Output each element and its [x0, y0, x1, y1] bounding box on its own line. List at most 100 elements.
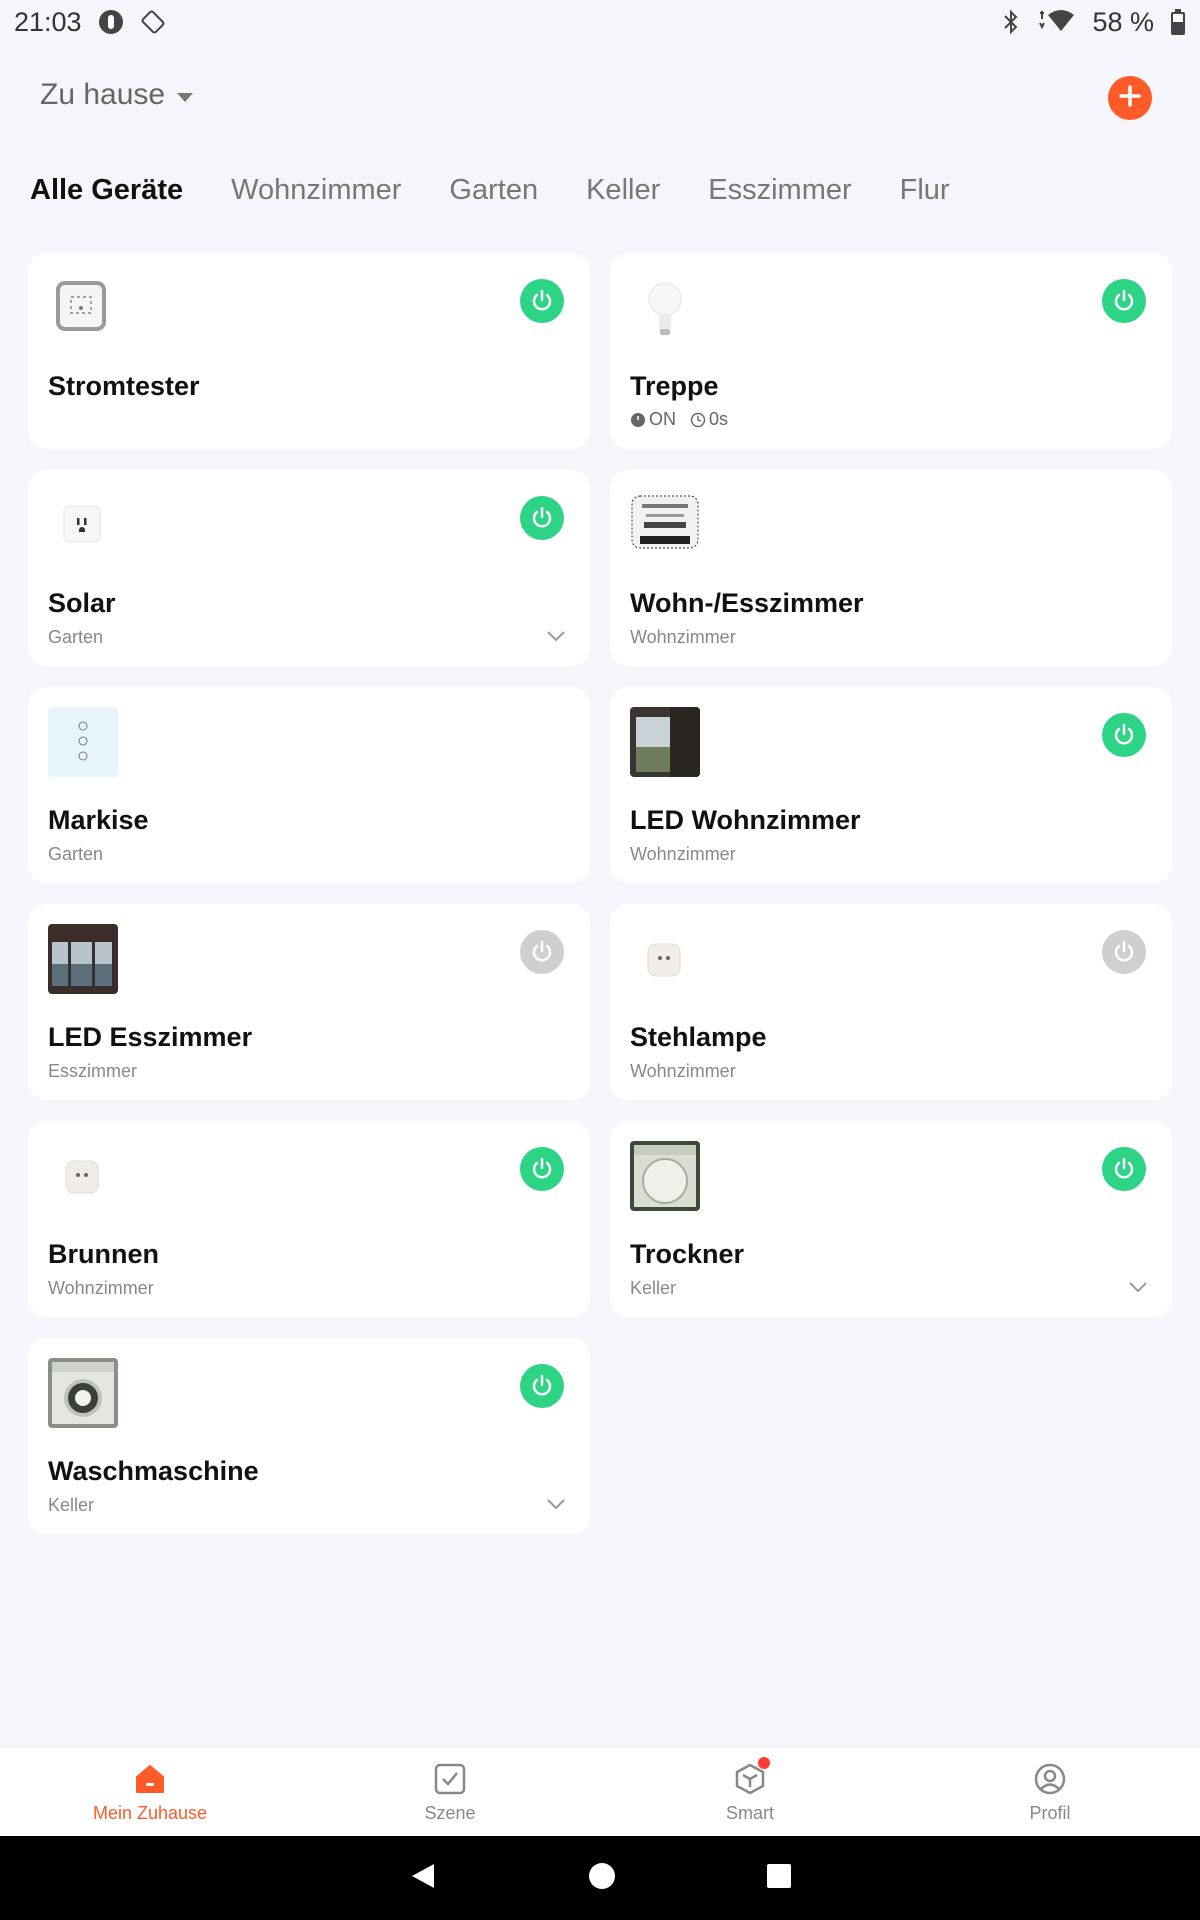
device-card-led-esszimmer[interactable]: LED Esszimmer Esszimmer: [28, 904, 590, 1100]
relay-module-icon: [630, 490, 700, 560]
chevron-down-icon[interactable]: [546, 1494, 566, 1514]
nav-mein-zuhause[interactable]: Mein Zuhause: [0, 1761, 300, 1824]
notification-badge: [758, 1756, 770, 1769]
nav-szene[interactable]: Szene: [300, 1761, 600, 1824]
power-toggle-button[interactable]: [520, 1364, 564, 1408]
scene-check-icon: [432, 1761, 468, 1797]
add-device-button[interactable]: [1108, 76, 1152, 120]
device-card-solar[interactable]: Solar Garten: [28, 470, 590, 666]
device-room: Garten: [48, 627, 104, 647]
nav-profil[interactable]: Profil: [900, 1761, 1200, 1824]
home-selector[interactable]: Zu hause: [40, 78, 195, 112]
power-toggle-button[interactable]: [1102, 279, 1146, 323]
tab-alle-geraete[interactable]: Alle Geräte: [30, 174, 183, 207]
window-photo-icon: [630, 707, 700, 777]
clock: 21:03: [14, 6, 82, 37]
chevron-down-icon[interactable]: [546, 626, 566, 646]
power-toggle-button[interactable]: [1102, 713, 1146, 757]
smart-cube-icon: [732, 1756, 770, 1797]
device-room: Garten: [48, 844, 104, 864]
device-room: Esszimmer: [48, 1061, 137, 1081]
device-status: ON 0s: [630, 409, 728, 430]
power-icon: [1114, 723, 1134, 745]
device-name: Wohn-/Esszimmer: [630, 588, 864, 618]
power-icon: [1114, 940, 1134, 962]
room-tabs: Alle Geräte Wohnzimmer Garten Keller Ess…: [30, 174, 950, 207]
tab-flur[interactable]: Flur: [900, 174, 950, 207]
device-card-trockner[interactable]: Trockner Keller: [610, 1121, 1172, 1317]
device-name: Solar: [48, 588, 116, 618]
power-toggle-button[interactable]: [520, 930, 564, 974]
device-name: LED Wohnzimmer: [630, 805, 861, 835]
chevron-down-icon[interactable]: [1128, 1277, 1148, 1297]
device-card-waschmaschine[interactable]: Waschmaschine Keller: [28, 1338, 590, 1534]
power-icon: [532, 1157, 552, 1179]
nav-smart[interactable]: Smart: [600, 1756, 900, 1824]
power-icon: [532, 1374, 552, 1396]
device-name: Treppe: [630, 371, 719, 401]
outlet-icon: [48, 490, 118, 560]
power-icon: [1114, 1157, 1134, 1179]
plus-icon: [1118, 84, 1142, 113]
room-photo-icon: [48, 924, 118, 994]
device-room: Wohnzimmer: [630, 627, 736, 647]
tab-wohnzimmer[interactable]: Wohnzimmer: [231, 174, 401, 207]
tab-keller[interactable]: Keller: [586, 174, 660, 207]
power-icon: [532, 506, 552, 528]
device-card-brunnen[interactable]: Brunnen Wohnzimmer: [28, 1121, 590, 1317]
device-card-wohn-esszimmer[interactable]: Wohn-/Esszimmer Wohnzimmer: [610, 470, 1172, 666]
device-room: Keller: [48, 1495, 95, 1515]
device-room: Wohnzimmer: [630, 844, 736, 864]
bulb-icon: [630, 273, 700, 343]
power-toggle-button[interactable]: [520, 279, 564, 323]
device-name: Markise: [48, 805, 149, 835]
battery-percent: 58 %: [1092, 6, 1154, 37]
battery-icon: [1170, 8, 1186, 36]
power-toggle-button[interactable]: [520, 1147, 564, 1191]
home-icon: [132, 1761, 168, 1797]
blind-switch-icon: [48, 707, 118, 777]
status-on-text: ON: [649, 409, 676, 429]
smart-plug-icon: [630, 924, 700, 994]
power-toggle-button[interactable]: [520, 496, 564, 540]
device-card-treppe[interactable]: Treppe ON 0s: [610, 253, 1172, 449]
device-name: Brunnen: [48, 1239, 159, 1269]
device-name: Trockner: [630, 1239, 745, 1269]
bottom-nav: Mein Zuhause Szene Smart Profil: [0, 1748, 1200, 1836]
recents-icon[interactable]: [766, 1863, 792, 1894]
smart-plug-icon: [48, 1141, 118, 1211]
status-bar: 21:03 58 %: [0, 0, 1200, 44]
caret-down-icon: [175, 78, 195, 112]
power-toggle-button[interactable]: [1102, 930, 1146, 974]
nav-label: Mein Zuhause: [92, 1802, 208, 1823]
nav-label: Smart: [725, 1802, 774, 1823]
device-card-stromtester[interactable]: Stromtester: [28, 253, 590, 449]
device-name: Stromtester: [48, 371, 200, 401]
device-room: Wohnzimmer: [48, 1278, 154, 1298]
back-icon[interactable]: [408, 1861, 438, 1896]
power-toggle-button[interactable]: [1102, 1147, 1146, 1191]
home-button-icon[interactable]: [588, 1862, 616, 1895]
device-card-stehlampe[interactable]: Stehlampe Wohnzimmer: [610, 904, 1172, 1100]
device-card-led-wohnzimmer[interactable]: LED Wohnzimmer Wohnzimmer: [610, 687, 1172, 883]
device-room: Keller: [630, 1278, 677, 1298]
nav-label: Profil: [1029, 1802, 1071, 1823]
device-name: Stehlampe: [630, 1022, 767, 1052]
power-icon: [532, 940, 552, 962]
wifi-icon: [1036, 9, 1076, 35]
bluetooth-icon: [1002, 9, 1020, 35]
dryer-photo-icon: [630, 1141, 700, 1211]
notification-icon: [98, 9, 124, 35]
power-status-icon: [631, 412, 645, 427]
timer-icon: [690, 412, 706, 427]
tab-garten[interactable]: Garten: [449, 174, 538, 207]
device-room: Wohnzimmer: [630, 1061, 736, 1081]
device-name: LED Esszimmer: [48, 1022, 253, 1052]
plug-box-icon: [48, 273, 118, 343]
profile-icon: [1032, 1761, 1068, 1797]
rotate-icon: [140, 9, 166, 35]
device-card-markise[interactable]: Markise Garten: [28, 687, 590, 883]
tab-esszimmer[interactable]: Esszimmer: [708, 174, 851, 207]
nav-label: Szene: [424, 1802, 476, 1823]
home-name: Zu hause: [40, 78, 166, 111]
